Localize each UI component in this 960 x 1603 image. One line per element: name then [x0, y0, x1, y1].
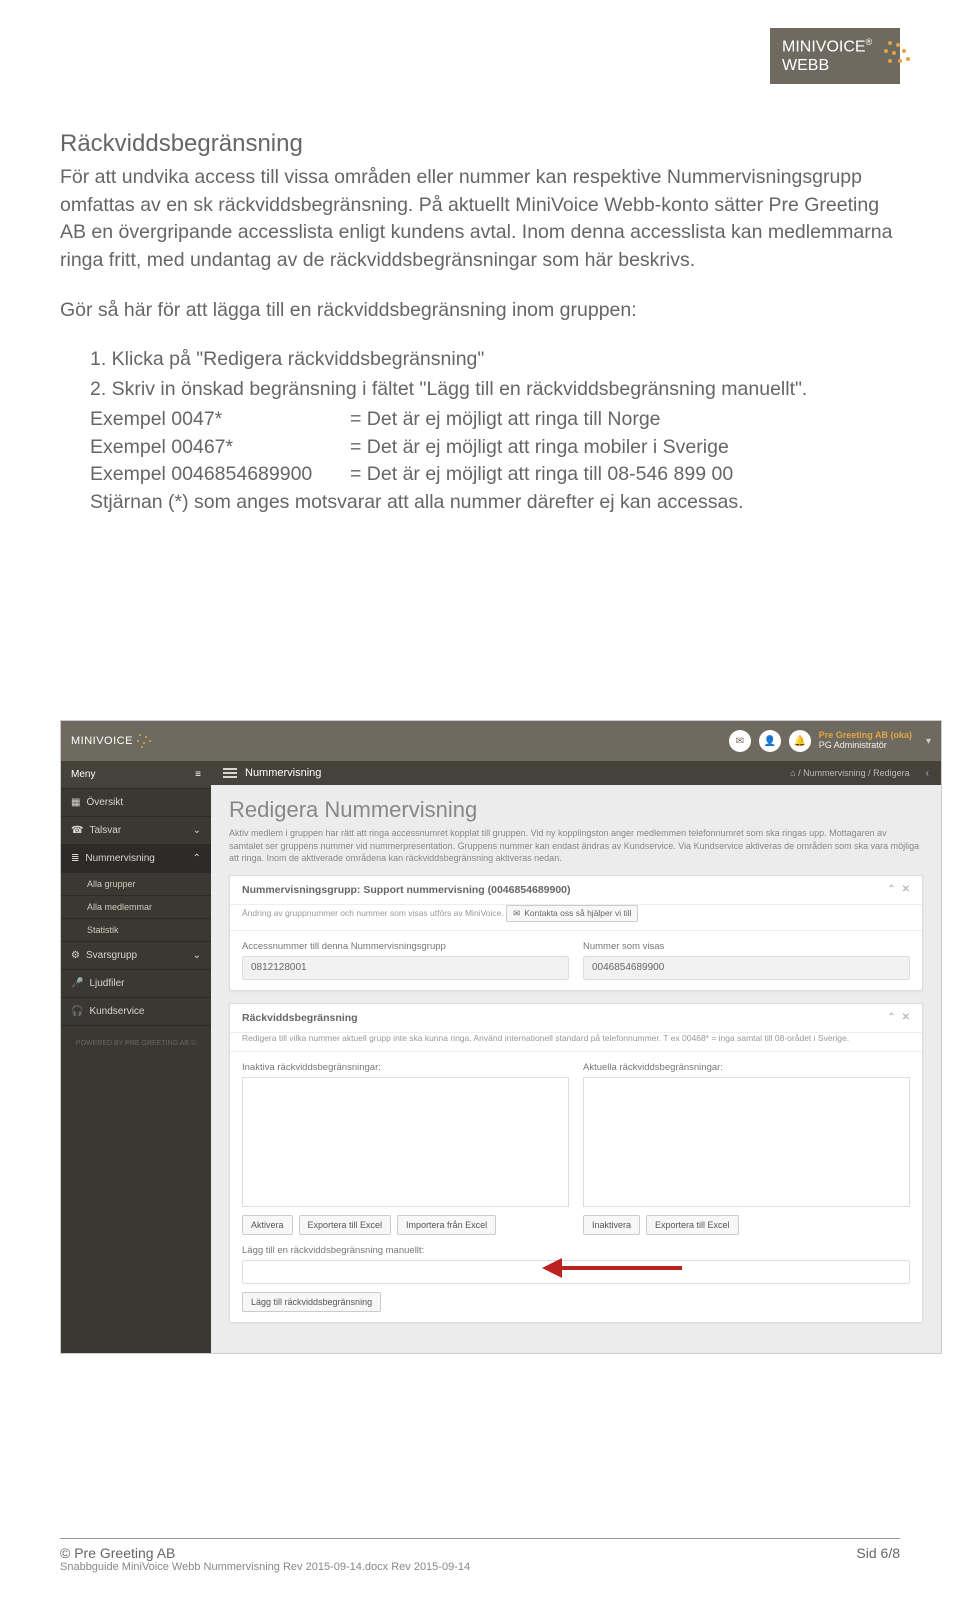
- document-content: Räckviddsbegränsning För att undvika acc…: [60, 130, 900, 517]
- step-1: 1. Klicka på "Redigera räckviddsbegränsn…: [90, 346, 900, 374]
- sidebar-item-talsvar[interactable]: ☎Talsvar ⌄: [61, 817, 211, 845]
- footer-copyright: © Pre Greeting AB: [60, 1545, 470, 1561]
- sidebar-footer: POWERED BY PRE GREETING AB ©: [61, 1026, 211, 1061]
- breadcrumb: ⌂ / Nummervisning / Redigera: [790, 768, 910, 778]
- add-restriction-button[interactable]: Lägg till räckviddsbegränsning: [242, 1292, 381, 1312]
- sidebar-menu-header: Meny ≡: [61, 761, 211, 789]
- panel-nummervisningsgrupp: Nummervisningsgrupp: Support nummervisni…: [229, 875, 923, 991]
- sidebar-item-nummervisning[interactable]: ≣Nummervisning ⌃: [61, 845, 211, 873]
- ex3-val: = Det är ej möjligt att ringa till 08-54…: [350, 461, 900, 489]
- brand-line2: WEBB: [782, 57, 872, 75]
- brand-line1: MINIVOICE: [782, 38, 866, 55]
- sidebar-item-kundservice[interactable]: 🎧Kundservice: [61, 998, 211, 1026]
- arrow-annotation-icon: [542, 1263, 682, 1273]
- inactive-list[interactable]: [242, 1077, 569, 1207]
- chevron-up-icon[interactable]: ⌃: [887, 884, 895, 895]
- chevron-down-icon: ⌄: [193, 950, 201, 961]
- mail-icon: ✉: [513, 908, 520, 919]
- sidebar-sub-statistik[interactable]: Statistik: [61, 919, 211, 942]
- page-footer: © Pre Greeting AB Snabbguide MiniVoice W…: [60, 1538, 900, 1573]
- export-excel-button-left[interactable]: Exportera till Excel: [299, 1215, 392, 1235]
- app-topbar: MINIVOICE ✉ 👤 🔔 Pre Greeting AB (oka) PG…: [61, 721, 941, 761]
- list-icon: ≣: [71, 853, 79, 864]
- activate-button[interactable]: Aktivera: [242, 1215, 293, 1235]
- sidebar-sub-alla-grupper[interactable]: Alla grupper: [61, 873, 211, 896]
- page-subtext: Aktiv medlem i gruppen har rätt att ring…: [229, 827, 923, 865]
- export-excel-button-right[interactable]: Exportera till Excel: [646, 1215, 739, 1235]
- brand-reg: ®: [866, 37, 873, 47]
- panel1-sub: Ändring av gruppnummer och nummer som vi…: [242, 908, 504, 918]
- footer-page: Sid 6/8: [856, 1545, 900, 1561]
- contact-button[interactable]: ✉Kontakta oss så hjälper vi till: [506, 905, 638, 922]
- chevron-down-icon[interactable]: ▾: [926, 736, 931, 747]
- ex-tail: Stjärnan (*) som anges motsvarar att all…: [90, 489, 900, 517]
- account-label[interactable]: Pre Greeting AB (oka) PG Administratör: [819, 731, 912, 751]
- steps-intro: Gör så här för att lägga till en räckvid…: [60, 297, 900, 325]
- sidebar-item-ljudfiler[interactable]: 🎤Ljudfiler: [61, 970, 211, 998]
- app-main: Nummervisning ⌂ / Nummervisning / Redige…: [211, 761, 941, 1353]
- ex3-key: Exempel 0046854689900: [90, 461, 350, 489]
- chevron-up-icon: ⌃: [193, 853, 201, 864]
- doc-para1: För att undvika access till vissa område…: [60, 164, 900, 275]
- panel2-sub: Redigera till vilka nummer aktuell grupp…: [230, 1033, 922, 1052]
- close-icon[interactable]: ✕: [902, 1012, 910, 1023]
- mail-icon[interactable]: ✉: [729, 730, 751, 752]
- crumb-bar: Nummervisning ⌂ / Nummervisning / Redige…: [211, 761, 941, 785]
- app-screenshot: MINIVOICE ✉ 👤 🔔 Pre Greeting AB (oka) PG…: [60, 720, 942, 1354]
- phone-icon: ☎: [71, 825, 83, 836]
- sidebar-item-svarsgrupp[interactable]: ⚙Svarsgrupp ⌄: [61, 942, 211, 970]
- sidebar-item-oversikt[interactable]: ▦Översikt: [61, 789, 211, 817]
- field1-label: Accessnummer till denna Nummervisningsgr…: [242, 941, 569, 952]
- sidebar-sub-alla-medlemmar[interactable]: Alla medlemmar: [61, 896, 211, 919]
- active-list[interactable]: [583, 1077, 910, 1207]
- page-heading: Redigera Nummervisning: [229, 797, 923, 823]
- home-icon[interactable]: ⌂: [790, 768, 795, 778]
- grid-icon: ▦: [71, 797, 80, 808]
- user-icon[interactable]: 👤: [759, 730, 781, 752]
- panel-rackvidds: Räckviddsbegränsning ⌃ ✕ Redigera till v…: [229, 1003, 923, 1323]
- step-2: 2. Skriv in önskad begränsning i fältet …: [90, 376, 900, 404]
- panel1-title: Nummervisningsgrupp: Support nummervisni…: [242, 884, 571, 896]
- bell-icon[interactable]: 🔔: [789, 730, 811, 752]
- app-logo: MINIVOICE: [71, 734, 151, 748]
- manual-label: Lägg till en räckviddsbegränsning manuel…: [242, 1245, 910, 1256]
- active-label: Aktuella räckviddsbegränsningar:: [583, 1062, 910, 1073]
- headset-icon: 🎧: [71, 1006, 83, 1017]
- inactivate-button[interactable]: Inaktivera: [583, 1215, 640, 1235]
- accessnumber-field: [242, 956, 569, 980]
- close-icon[interactable]: ✕: [902, 884, 910, 895]
- ex1-val: = Det är ej möjligt att ringa till Norge: [350, 406, 900, 434]
- field2-label: Nummer som visas: [583, 941, 910, 952]
- import-excel-button[interactable]: Importera från Excel: [397, 1215, 496, 1235]
- brand-dots-icon: [882, 41, 888, 71]
- panel2-title: Räckviddsbegränsning: [242, 1012, 358, 1024]
- crumb-title: Nummervisning: [245, 767, 321, 779]
- collapse-icon[interactable]: ‹: [926, 768, 929, 779]
- hamburger-icon[interactable]: [223, 768, 237, 778]
- chevron-up-icon[interactable]: ⌃: [887, 1012, 895, 1023]
- mic-icon: 🎤: [71, 978, 83, 989]
- ex2-val: = Det är ej möjligt att ringa mobiler i …: [350, 434, 900, 462]
- inactive-label: Inaktiva räckviddsbegränsningar:: [242, 1062, 569, 1073]
- hamburger-icon[interactable]: ≡: [195, 769, 201, 780]
- ex1-key: Exempel 0047*: [90, 406, 350, 434]
- chevron-down-icon: ⌄: [193, 825, 201, 836]
- sidebar: Meny ≡ ▦Översikt ☎Talsvar ⌄ ≣Nummervisni…: [61, 761, 211, 1353]
- sliders-icon: ⚙: [71, 950, 80, 961]
- footer-filename: Snabbguide MiniVoice Webb Nummervisning …: [60, 1561, 470, 1573]
- doc-title: Räckviddsbegränsning: [60, 130, 900, 158]
- displaynumber-field: [583, 956, 910, 980]
- brand-badge: MINIVOICE® WEBB: [770, 28, 900, 84]
- ex2-key: Exempel 00467*: [90, 434, 350, 462]
